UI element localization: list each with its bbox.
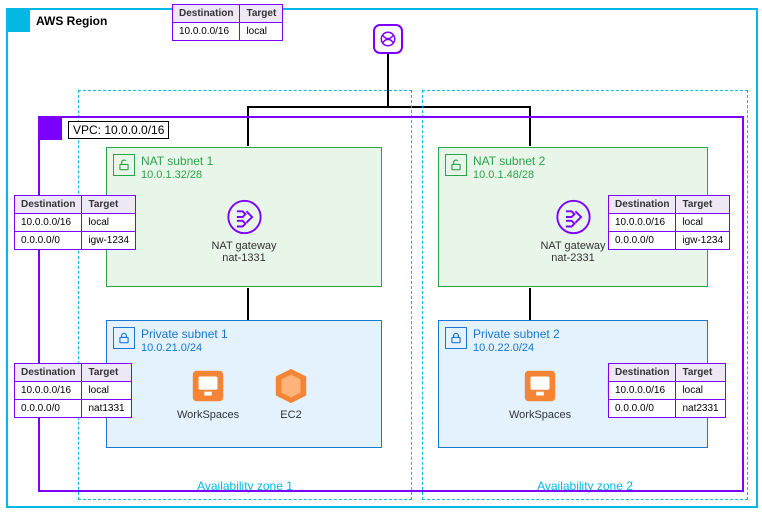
nat-gateway-2: NAT gateway nat-2331 xyxy=(540,198,605,264)
workspaces-1-label: WorkSpaces xyxy=(177,409,239,421)
workspaces-2-label: WorkSpaces xyxy=(509,409,571,421)
route-table-priv1: DestinationTarget 10.0.0.0/16local 0.0.0… xyxy=(14,363,132,418)
table-row: 10.0.0.0/16local xyxy=(609,214,730,232)
workspaces-2: WorkSpaces xyxy=(509,367,571,421)
nat-subnet-1: NAT subnet 1 10.0.1.32/28 NAT gateway na… xyxy=(106,147,382,287)
private-subnet-1-title: Private subnet 1 xyxy=(141,327,228,341)
ec2-icon xyxy=(272,367,310,405)
workspaces-1: WorkSpaces xyxy=(177,367,239,421)
table-row: 10.0.0.0/16local xyxy=(173,23,283,41)
rt-header-target: Target xyxy=(240,5,283,23)
workspaces-icon xyxy=(189,367,227,405)
vpc-label: VPC: 10.0.0.0/16 xyxy=(68,121,169,139)
private-subnet-2-title: Private subnet 2 xyxy=(473,327,560,341)
internet-gateway-icon xyxy=(373,24,403,54)
rt-header-dest: Destination xyxy=(173,5,240,23)
nat-subnet-1-cidr: 10.0.1.32/28 xyxy=(141,169,202,181)
lock-open-icon xyxy=(113,154,135,176)
table-row: 0.0.0.0/0igw-1234 xyxy=(15,232,136,250)
table-row: 10.0.0.0/16local xyxy=(15,382,132,400)
nat-gateway-1-label: NAT gateway xyxy=(211,240,276,252)
ec2-1: EC2 xyxy=(272,367,310,421)
private-subnet-2-cidr: 10.0.22.0/24 xyxy=(473,342,534,354)
ec2-1-label: EC2 xyxy=(272,409,310,421)
table-row: 0.0.0.0/0nat2331 xyxy=(609,400,726,418)
nat-subnet-2-title: NAT subnet 2 xyxy=(473,154,545,168)
route-table-priv2: DestinationTarget 10.0.0.0/16local 0.0.0… xyxy=(608,363,726,418)
nat-gateway-2-id: nat-2331 xyxy=(540,252,605,264)
route-table-nat1: DestinationTarget 10.0.0.0/16local 0.0.0… xyxy=(14,195,136,250)
aws-region-label: AWS Region xyxy=(36,14,107,28)
nat-gateway-2-label: NAT gateway xyxy=(540,240,605,252)
vpc-color-tab xyxy=(38,116,62,140)
nat-subnet-1-title: NAT subnet 1 xyxy=(141,154,213,168)
workspaces-icon xyxy=(521,367,559,405)
nat-gateway-1-id: nat-1331 xyxy=(211,252,276,264)
private-subnet-1-cidr: 10.0.21.0/24 xyxy=(141,342,202,354)
nat-gateway-1: NAT gateway nat-1331 xyxy=(211,198,276,264)
aws-region-color-tab xyxy=(6,8,30,32)
route-table-nat2: DestinationTarget 10.0.0.0/16local 0.0.0… xyxy=(608,195,730,250)
route-table-vpc: DestinationTarget 10.0.0.0/16local xyxy=(172,4,283,41)
table-row: 10.0.0.0/16local xyxy=(15,214,136,232)
lock-icon xyxy=(113,327,135,349)
nat-gateway-icon xyxy=(225,198,263,236)
lock-icon xyxy=(445,327,467,349)
lock-open-icon xyxy=(445,154,467,176)
table-row: 0.0.0.0/0igw-1234 xyxy=(609,232,730,250)
table-row: 0.0.0.0/0nat1331 xyxy=(15,400,132,418)
nat-gateway-icon xyxy=(554,198,592,236)
table-row: 10.0.0.0/16local xyxy=(609,382,726,400)
nat-subnet-2-cidr: 10.0.1.48/28 xyxy=(473,169,534,181)
private-subnet-1: Private subnet 1 10.0.21.0/24 WorkSpaces… xyxy=(106,320,382,448)
